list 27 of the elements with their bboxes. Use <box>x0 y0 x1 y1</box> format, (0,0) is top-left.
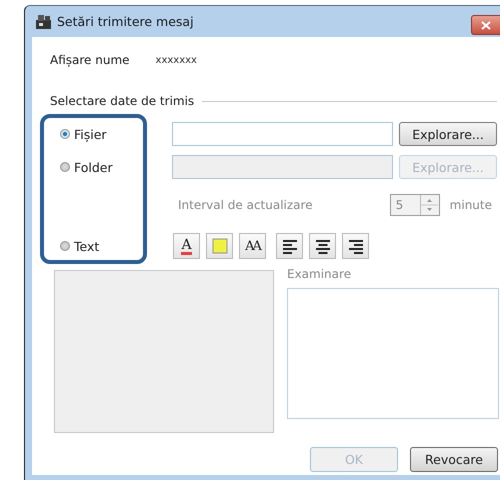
display-name-label: Afișare nume <box>50 53 130 67</box>
close-button[interactable] <box>471 15 500 35</box>
display-name-value: xxxxxxx <box>156 54 197 66</box>
window-title: Setări trimitere mesaj <box>57 14 194 29</box>
preview-label: Examinare <box>287 267 352 281</box>
path-field[interactable] <box>172 122 393 146</box>
color-square-icon <box>212 238 228 254</box>
interval-unit: minute <box>450 198 492 212</box>
text-input-area[interactable] <box>54 270 274 433</box>
close-icon <box>481 20 491 30</box>
align-right-icon <box>348 237 364 255</box>
background-color-button[interactable] <box>206 233 233 259</box>
section-title: Selectare date de trimis <box>50 94 194 108</box>
app-icon <box>35 14 53 30</box>
interval-label: Interval de actualizare <box>178 198 313 212</box>
align-left-button[interactable] <box>276 233 303 259</box>
source-radio[interactable]: Fișier <box>50 126 172 142</box>
font-color-button[interactable]: A <box>173 233 200 259</box>
align-center-icon <box>314 237 330 255</box>
browse-button[interactable]: Explorare... <box>399 122 497 146</box>
align-left-icon <box>282 237 298 255</box>
font-size-button[interactable]: AA <box>239 233 266 259</box>
align-center-button[interactable] <box>309 233 336 259</box>
source-radio[interactable]: Text <box>50 238 172 254</box>
source-radio[interactable]: Folder <box>50 160 172 174</box>
align-right-button[interactable] <box>342 233 369 259</box>
dialog-button[interactable]: Revocare <box>410 447 498 472</box>
